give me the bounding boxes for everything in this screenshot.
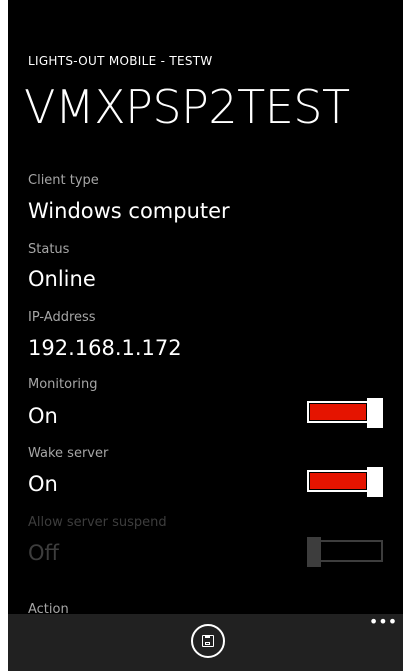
client-type-label: Client type — [28, 173, 99, 188]
status-label: Status — [28, 242, 70, 257]
app-title: LIGHTS-OUT MOBILE - TESTW — [28, 54, 213, 68]
allow-server-suspend-toggle — [307, 537, 385, 567]
phone-screen: LIGHTS-OUT MOBILE - TESTW VMXPSP2TEST Cl… — [8, 0, 403, 671]
monitoring-toggle[interactable] — [307, 398, 385, 428]
wake-server-state: On — [28, 472, 58, 496]
monitoring-state: On — [28, 404, 58, 428]
toggle-thumb — [307, 537, 321, 567]
application-bar: ••• — [8, 614, 403, 671]
monitoring-label: Monitoring — [28, 377, 98, 392]
wake-server-toggle[interactable] — [307, 467, 385, 497]
toggle-fill — [310, 473, 366, 489]
allow-server-suspend-label: Allow server suspend — [28, 515, 167, 530]
save-icon — [202, 635, 214, 647]
ip-address-value: 192.168.1.172 — [28, 336, 182, 360]
save-button[interactable] — [191, 624, 225, 658]
allow-server-suspend-state: Off — [28, 541, 59, 565]
page-title: VMXPSP2TEST — [24, 80, 350, 134]
toggle-track — [317, 540, 383, 562]
toggle-fill — [310, 404, 366, 420]
more-options-button[interactable]: ••• — [368, 614, 398, 630]
ip-address-label: IP-Address — [28, 310, 96, 325]
client-type-value: Windows computer — [28, 199, 230, 223]
toggle-thumb[interactable] — [367, 398, 383, 428]
toggle-thumb[interactable] — [367, 467, 383, 497]
wake-server-label: Wake server — [28, 446, 109, 461]
status-value: Online — [28, 267, 96, 291]
